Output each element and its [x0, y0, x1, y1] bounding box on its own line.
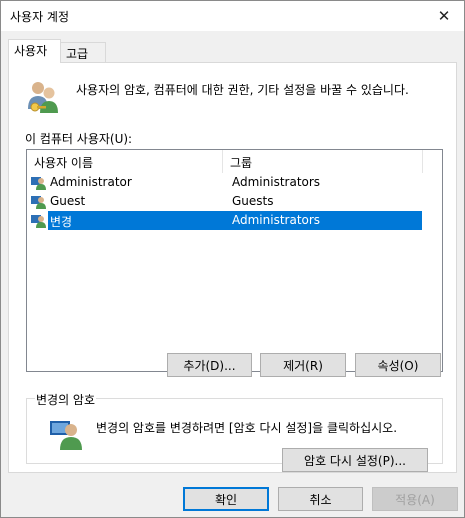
column-user-name[interactable]: 사용자 이름	[27, 150, 223, 173]
tab-users-label: 사용자	[14, 44, 48, 58]
table-row[interactable]: Guest Guests	[27, 192, 442, 211]
user-key-icon	[50, 421, 82, 450]
users-tab-panel: 사용자의 암호, 컴퓨터에 대한 권한, 기타 설정을 바꿀 수 있습니다. 이…	[8, 62, 457, 473]
user-accounts-dialog: 사용자 계정 ✕ 사용자 고급 사용자의 암호, 컴퓨터에 대한 권한, 기타 …	[0, 0, 465, 518]
user-group: Administrators	[232, 175, 321, 189]
column-group[interactable]: 그룹	[223, 150, 423, 173]
password-group-text: 변경의 암호를 변경하려면 [암호 다시 설정]을 클릭하십시오.	[96, 421, 398, 435]
list-header: 사용자 이름 그룹	[27, 150, 442, 173]
tab-advanced[interactable]: 고급	[60, 42, 106, 63]
password-group-title: 변경의 암호	[35, 391, 97, 408]
ok-button[interactable]: 확인	[183, 487, 269, 511]
user-group: Guests	[232, 194, 274, 208]
title-bar: 사용자 계정 ✕	[1, 1, 464, 31]
reset-password-button[interactable]: 암호 다시 설정(P)...	[282, 448, 428, 472]
users-list-label: 이 컴퓨터 사용자(U):	[25, 132, 133, 146]
add-user-button[interactable]: 추가(D)...	[167, 353, 252, 377]
user-name: Guest	[50, 194, 86, 208]
user-group: Administrators	[232, 213, 321, 227]
users-icon	[28, 82, 58, 113]
apply-button[interactable]: 적용(A)	[372, 487, 458, 511]
user-icon	[31, 177, 46, 190]
user-name: 변경	[48, 213, 75, 230]
tab-users[interactable]: 사용자	[8, 39, 61, 63]
user-name: Administrator	[50, 175, 132, 189]
table-row-selected[interactable]: 변경 Administrators	[27, 211, 442, 230]
user-icon	[31, 196, 46, 209]
close-button[interactable]: ✕	[424, 1, 464, 31]
properties-button[interactable]: 속성(O)	[355, 353, 441, 377]
intro-text: 사용자의 암호, 컴퓨터에 대한 권한, 기타 설정을 바꿀 수 있습니다.	[76, 83, 409, 97]
dialog-client-area: 사용자 고급 사용자의 암호, 컴퓨터에 대한 권한, 기타 설정을 바꿀 수 …	[1, 31, 464, 517]
window-title: 사용자 계정	[10, 10, 70, 24]
close-icon: ✕	[437, 7, 451, 25]
cancel-button[interactable]: 취소	[278, 487, 363, 511]
tab-advanced-label: 고급	[66, 47, 89, 61]
remove-user-button[interactable]: 제거(R)	[260, 353, 346, 377]
table-row[interactable]: Administrator Administrators	[27, 173, 442, 192]
user-icon	[31, 215, 46, 228]
users-list[interactable]: 사용자 이름 그룹 Administrator Administrators G…	[26, 149, 443, 372]
